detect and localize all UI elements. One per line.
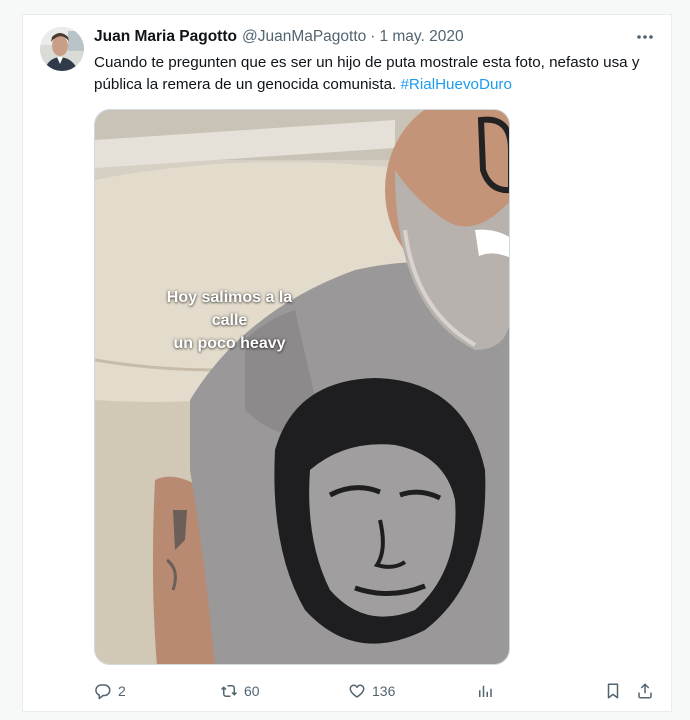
media-caption-line2: un poco heavy xyxy=(173,335,286,352)
tweet-card[interactable]: Juan Maria Pagotto @JuanMaPagotto · 1 ma… xyxy=(22,14,672,712)
reply-button[interactable]: 2 xyxy=(94,679,126,703)
header-separator: · xyxy=(370,28,376,45)
reply-icon xyxy=(95,684,111,700)
media-caption-line1: Hoy salimos a la calle xyxy=(166,289,293,329)
bookmark-button[interactable] xyxy=(604,679,622,703)
retweet-icon xyxy=(220,685,238,697)
retweet-button[interactable]: 60 xyxy=(220,679,260,703)
views-icon xyxy=(479,685,492,697)
author-name[interactable]: Juan Maria Pagotto xyxy=(94,28,237,46)
retweet-count: 60 xyxy=(244,683,260,699)
like-icon xyxy=(349,684,365,698)
bookmark-icon xyxy=(607,683,619,699)
share-button[interactable] xyxy=(636,679,654,703)
more-button[interactable] xyxy=(635,29,655,45)
hashtag-link[interactable]: #RialHuevoDuro xyxy=(400,76,511,93)
tweet-media[interactable]: Hoy salimos a la calle un poco heavy xyxy=(94,109,510,665)
tweet-header: Juan Maria Pagotto @JuanMaPagotto · 1 ma… xyxy=(94,28,659,50)
more-icon xyxy=(637,35,653,39)
timestamp[interactable]: 1 may. 2020 xyxy=(379,28,463,46)
avatar[interactable] xyxy=(40,27,84,71)
tweet-body-text: Cuando te pregunten que es ser un hijo d… xyxy=(94,54,640,93)
like-button[interactable]: 136 xyxy=(348,679,395,703)
media-photo xyxy=(95,110,509,664)
media-caption: Hoy salimos a la calle un poco heavy xyxy=(147,286,312,355)
reply-count: 2 xyxy=(118,683,126,699)
like-count: 136 xyxy=(372,683,396,699)
tweet-text: Cuando te pregunten que es ser un hijo d… xyxy=(94,52,659,95)
share-icon xyxy=(638,683,652,699)
action-bar: 2 60 136 xyxy=(94,679,664,703)
author-handle[interactable]: @JuanMaPagotto xyxy=(242,28,366,46)
views-button[interactable] xyxy=(476,679,494,703)
